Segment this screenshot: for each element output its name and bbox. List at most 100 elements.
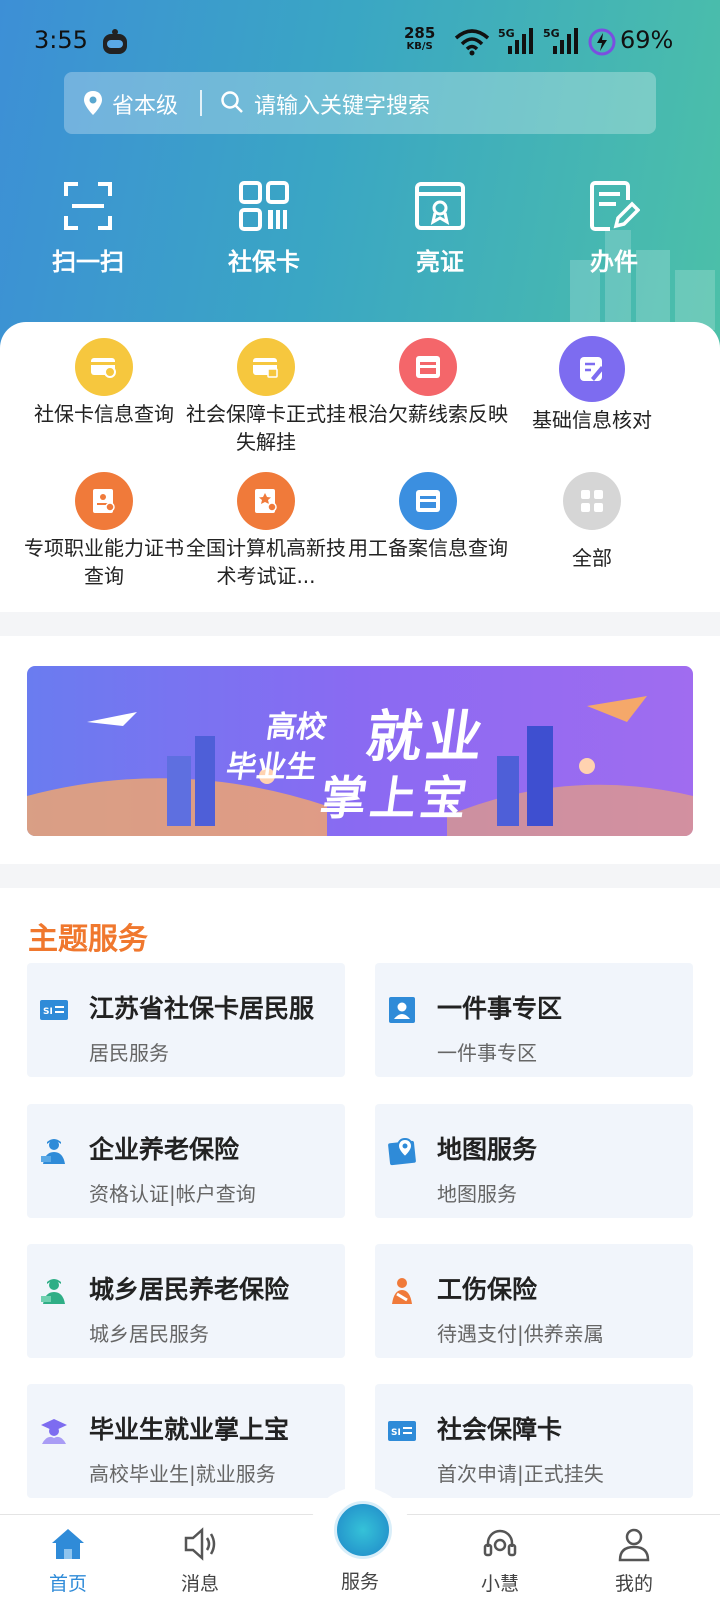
- inbox-icon: [399, 338, 457, 396]
- theme-card-title: 社会保障卡: [437, 1415, 563, 1444]
- theme-card-subtitle: 城乡居民服务: [89, 1322, 209, 1346]
- scan-icon: [64, 182, 112, 230]
- certificate-icon: [415, 182, 465, 230]
- theme-card-title: 江苏省社保卡居民服: [89, 994, 315, 1023]
- grid-item-employment-record[interactable]: 用工备案信息查询: [344, 472, 512, 562]
- card-lock-icon: [237, 338, 295, 396]
- injury-icon: [392, 1278, 412, 1304]
- svg-text:SI: SI: [43, 1007, 53, 1017]
- quick-action-process[interactable]: 办件: [544, 180, 684, 277]
- si-card-icon: SI: [40, 1000, 68, 1020]
- si-card-icon: SI: [388, 1421, 416, 1441]
- grid-item-wage-report[interactable]: 根治欠薪线索反映: [344, 338, 512, 428]
- banner-text-3: 就业: [361, 705, 491, 770]
- grid-item-label: 社保卡信息查询: [34, 402, 174, 426]
- grid-item-vocational-cert[interactable]: 专项职业能力证书查询: [20, 472, 188, 590]
- bottom-tab-bar: 首页 消息 服务 小慧 我的: [0, 1487, 720, 1611]
- theme-card-title: 毕业生就业掌上宝: [89, 1415, 290, 1444]
- grid-item-computer-exam[interactable]: 全国计算机高新技术考试证...: [182, 472, 350, 590]
- theme-card[interactable]: 一件事专区 一件事专区: [375, 963, 693, 1077]
- quick-action-label: 扫一扫: [52, 248, 124, 276]
- quick-action-label: 亮证: [416, 248, 464, 276]
- grid-item-label: 专项职业能力证书查询: [24, 536, 184, 588]
- inbox-icon: [399, 472, 457, 530]
- quick-action-label: 办件: [590, 248, 638, 276]
- document-edit-icon: [590, 181, 640, 231]
- grid-item-card-loss[interactable]: 社会保障卡正式挂失解挂: [182, 338, 350, 456]
- banner-text-4: 掌上宝: [316, 771, 475, 825]
- section-title: 主题服务: [28, 922, 148, 957]
- theme-card[interactable]: SI 社会保障卡 首次申请|正式挂失: [375, 1384, 693, 1498]
- theme-card-title: 地图服务: [437, 1135, 538, 1164]
- theme-card[interactable]: 工伤保险 待遇支付|供养亲属: [375, 1244, 693, 1358]
- service-logo-icon[interactable]: [334, 1501, 392, 1559]
- status-time: 3:55: [34, 26, 88, 54]
- theme-card-title: 企业养老保险: [89, 1135, 240, 1164]
- tab-xiaohui[interactable]: 小慧: [450, 1525, 550, 1596]
- grid-item-basic-check[interactable]: 基础信息核对: [508, 336, 676, 434]
- graduate-icon: [41, 1419, 67, 1444]
- theme-card-subtitle: 地图服务: [437, 1182, 517, 1206]
- theme-card[interactable]: SI 江苏省社保卡居民服 居民服务: [27, 963, 345, 1077]
- tab-label: 消息: [180, 1573, 219, 1595]
- search-divider: [200, 90, 202, 116]
- theme-card[interactable]: 企业养老保险 资格认证|帐户查询: [27, 1104, 345, 1218]
- theme-card-subtitle: 高校毕业生|就业服务: [89, 1462, 276, 1486]
- battery-charging-icon: [588, 28, 616, 56]
- grid-item-label: 根治欠薪线索反映: [348, 402, 508, 426]
- theme-card[interactable]: 城乡居民养老保险 城乡居民服务: [27, 1244, 345, 1358]
- network-speed: 285 KB/S: [404, 26, 435, 54]
- enterprise-worker-icon: [41, 1139, 65, 1164]
- quick-action-scan[interactable]: 扫一扫: [18, 180, 158, 277]
- speaker-icon: [184, 1527, 216, 1561]
- tab-messages[interactable]: 消息: [150, 1525, 250, 1596]
- tab-label: 我的: [614, 1573, 653, 1595]
- cert-star-icon: [237, 472, 295, 530]
- person-badge-icon: [389, 997, 415, 1023]
- tab-home[interactable]: 首页: [18, 1525, 118, 1596]
- service-grid: 社保卡信息查询 社会保障卡正式挂失解挂 根治欠薪线索反映 基础信息核对 专项职业…: [0, 322, 720, 612]
- tab-label: 首页: [48, 1573, 87, 1595]
- resident-worker-icon: [41, 1279, 65, 1304]
- theme-card[interactable]: 地图服务 地图服务: [375, 1104, 693, 1218]
- svg-text:5G: 5G: [543, 27, 560, 40]
- search-input[interactable]: 请输入关键字搜索: [254, 88, 430, 120]
- quick-action-social-card[interactable]: 社保卡: [194, 180, 334, 277]
- quick-action-certificate[interactable]: 亮证: [370, 180, 510, 277]
- svg-text:SI: SI: [391, 1428, 401, 1438]
- grid-item-all[interactable]: 全部: [508, 472, 676, 572]
- location-pin-icon: [84, 91, 102, 115]
- theme-card[interactable]: 毕业生就业掌上宝 高校毕业生|就业服务: [27, 1384, 345, 1498]
- theme-card-subtitle: 居民服务: [89, 1041, 169, 1065]
- cert-search-icon: [75, 472, 133, 530]
- tab-label: 小慧: [480, 1573, 519, 1595]
- home-icon: [52, 1529, 84, 1559]
- card-search-icon: [75, 338, 133, 396]
- tab-mine[interactable]: 我的: [584, 1525, 684, 1596]
- grid-apps-icon: [563, 472, 621, 530]
- tab-services[interactable]: 服务: [310, 1567, 410, 1594]
- grid-item-label: 用工备案信息查询: [348, 536, 508, 560]
- theme-card-title: 工伤保险: [437, 1275, 538, 1304]
- headset-icon: [483, 1529, 517, 1557]
- grid-item-label: 基础信息核对: [532, 408, 652, 432]
- user-icon: [618, 1528, 650, 1562]
- grid-item-label: 全国计算机高新技术考试证...: [186, 536, 346, 588]
- banner-section: 高校 毕业生 就业 掌上宝: [0, 636, 720, 864]
- grid-item-card-info[interactable]: 社保卡信息查询: [20, 338, 188, 428]
- theme-card-title: 一件事专区: [437, 994, 563, 1023]
- theme-card-subtitle: 一件事专区: [437, 1041, 537, 1065]
- wifi-icon: [454, 29, 490, 56]
- network-speed-unit: KB/S: [406, 41, 433, 52]
- grid-item-label: 社会保障卡正式挂失解挂: [186, 402, 346, 454]
- banner-text-1: 高校: [264, 710, 329, 745]
- signal-5g-icon: 5G: [498, 27, 533, 54]
- region-selector[interactable]: 省本级: [112, 88, 178, 120]
- promo-banner[interactable]: 高校 毕业生 就业 掌上宝: [27, 666, 693, 836]
- theme-card-subtitle: 待遇支付|供养亲属: [437, 1322, 604, 1346]
- theme-services: 主题服务 SI 江苏省社保卡居民服 居民服务 一件事专区 一件事专区 企业养老保…: [0, 888, 720, 1514]
- search-bar[interactable]: 省本级 请输入关键字搜索: [64, 72, 656, 134]
- svg-text:5G: 5G: [498, 27, 515, 40]
- theme-card-title: 城乡居民养老保险: [89, 1275, 290, 1304]
- theme-card-subtitle: 资格认证|帐户查询: [89, 1182, 256, 1206]
